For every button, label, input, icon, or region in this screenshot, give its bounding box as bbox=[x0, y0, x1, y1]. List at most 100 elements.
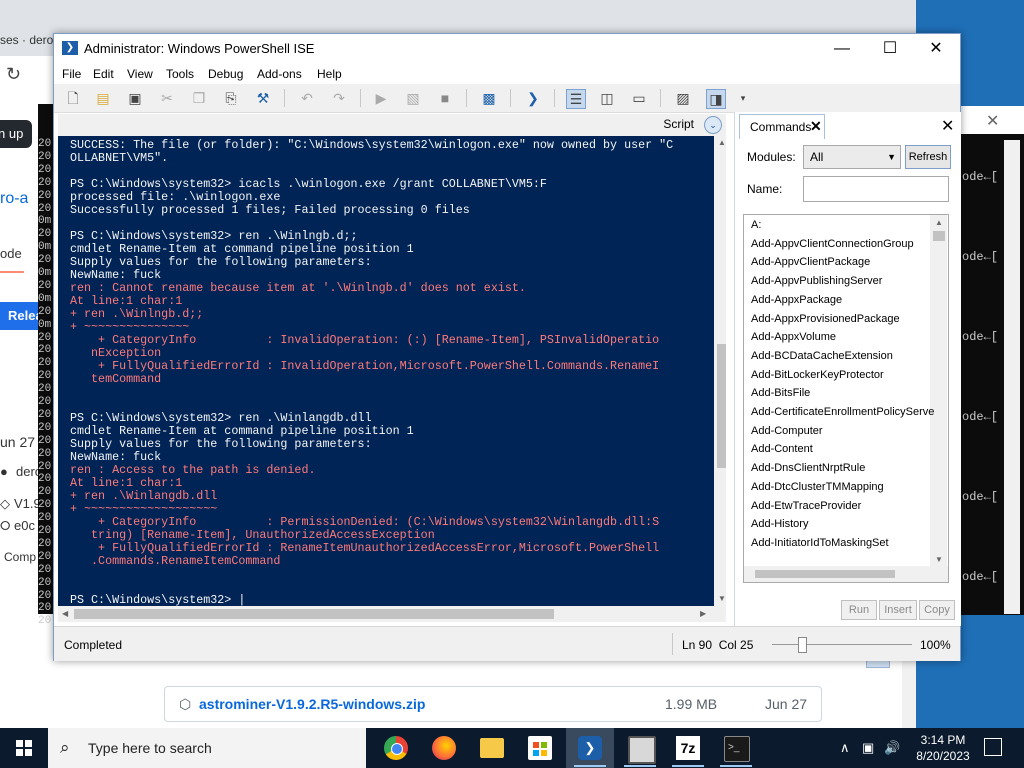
command-list-item[interactable]: Add-BCDataCacheExtension bbox=[751, 350, 893, 362]
sign-up-button[interactable]: n up bbox=[0, 120, 32, 148]
command-list-item[interactable]: Add-AppvClientConnectionGroup bbox=[751, 238, 914, 250]
command-list-item[interactable]: Add-DnsClientNrptRule bbox=[751, 462, 865, 474]
command-list-item[interactable]: Add-AppvClientPackage bbox=[751, 256, 870, 268]
run-script-icon[interactable]: ▶ bbox=[372, 89, 390, 107]
remote-tab-icon[interactable]: ▩ bbox=[480, 89, 498, 107]
scroll-down-icon[interactable]: ▼ bbox=[935, 555, 943, 564]
commit-hash-partial[interactable]: e0c bbox=[14, 518, 35, 533]
menu-view[interactable]: View bbox=[127, 67, 153, 81]
release-asset-name[interactable]: astrominer-V1.9.2.R5-windows.zip bbox=[199, 696, 425, 712]
vm-icon[interactable] bbox=[616, 728, 664, 768]
menu-debug[interactable]: Debug bbox=[208, 67, 243, 81]
clear-console-icon[interactable]: ⚒ bbox=[254, 89, 272, 107]
command-list-item[interactable]: Add-AppvPublishingServer bbox=[751, 275, 882, 287]
store-icon[interactable] bbox=[516, 728, 564, 768]
cut-icon[interactable]: ✂ bbox=[158, 89, 176, 107]
name-input[interactable] bbox=[803, 176, 949, 202]
start-button[interactable] bbox=[0, 728, 48, 768]
chevron-down-icon[interactable]: ⌄ bbox=[704, 116, 722, 134]
command-list-item[interactable]: Add-AppxProvisionedPackage bbox=[751, 313, 900, 325]
command-list-item[interactable]: Add-CertificateEnrollmentPolicyServe bbox=[751, 406, 934, 418]
console-pane[interactable]: SUCCESS: The file (or folder): "C:\Windo… bbox=[58, 136, 726, 606]
command-list-item[interactable]: Add-EtwTraceProvider bbox=[751, 500, 861, 512]
7zip-icon[interactable]: 7z bbox=[664, 728, 712, 768]
save-icon[interactable]: ▣ bbox=[126, 89, 144, 107]
commands-list-scrollbar[interactable] bbox=[930, 215, 947, 567]
release-button[interactable]: Relea bbox=[0, 302, 40, 330]
network-icon[interactable]: ▣ bbox=[862, 740, 874, 756]
show-hidden-icons-icon[interactable]: ∧ bbox=[840, 740, 850, 756]
browser-tab-title[interactable]: ses · dero bbox=[0, 33, 53, 47]
zoom-slider-thumb[interactable] bbox=[798, 637, 807, 653]
show-script-right-icon[interactable]: ◫ bbox=[598, 89, 616, 107]
menu-tools[interactable]: Tools bbox=[166, 67, 194, 81]
run-selection-icon[interactable]: ▧ bbox=[404, 89, 422, 107]
command-list-item[interactable]: Add-BitLockerKeyProtector bbox=[751, 369, 884, 381]
taskbar-search[interactable]: ⌕ Type here to search bbox=[48, 728, 366, 768]
notification-icon[interactable] bbox=[984, 738, 1002, 756]
menu-help[interactable]: Help bbox=[317, 67, 342, 81]
firefox-icon[interactable] bbox=[420, 728, 468, 768]
zoom-slider-track[interactable] bbox=[772, 644, 912, 645]
release-asset-row[interactable]: ⬡ astrominer-V1.9.2.R5-windows.zip 1.99 … bbox=[164, 686, 822, 722]
menu-edit[interactable]: Edit bbox=[93, 67, 114, 81]
maximize-button[interactable]: ☐ bbox=[870, 38, 910, 60]
console-vertical-thumb[interactable] bbox=[717, 344, 726, 468]
commands-horizontal-thumb[interactable] bbox=[755, 570, 895, 578]
scroll-left-icon[interactable]: ◀ bbox=[62, 609, 68, 618]
show-script-top-icon[interactable]: ☰ bbox=[566, 89, 586, 109]
powershell-console-icon[interactable]: ❯ bbox=[524, 89, 542, 107]
insert-button[interactable]: Insert bbox=[879, 600, 917, 620]
volume-icon[interactable]: 🔊 bbox=[884, 740, 900, 756]
repo-title-partial[interactable]: ro-a bbox=[0, 190, 28, 208]
close-icon[interactable]: ✕ bbox=[810, 118, 822, 135]
commands-tab[interactable]: Commands ✕ bbox=[739, 114, 825, 139]
terminal-icon[interactable]: >_ bbox=[712, 728, 760, 768]
reload-icon[interactable]: ↻ bbox=[6, 64, 21, 85]
command-list-item[interactable]: Add-AppxPackage bbox=[751, 294, 842, 306]
menu-file[interactable]: File bbox=[62, 67, 81, 81]
commands-list-thumb[interactable] bbox=[933, 231, 945, 241]
command-list-item[interactable]: Add-InitiatorIdToMaskingSet bbox=[751, 537, 889, 549]
minimize-button[interactable]: — bbox=[822, 38, 862, 60]
command-list-item[interactable]: Add-Computer bbox=[751, 425, 823, 437]
compare-button-partial[interactable]: Comp bbox=[4, 550, 36, 564]
copy-icon[interactable]: ❐ bbox=[190, 89, 208, 107]
refresh-button[interactable]: Refresh bbox=[905, 145, 951, 169]
command-list-item[interactable]: A: bbox=[751, 219, 761, 231]
show-command-addon-icon[interactable]: ◨ bbox=[706, 89, 726, 109]
chrome-icon[interactable] bbox=[372, 728, 420, 768]
script-toggle-label[interactable]: Script bbox=[663, 117, 694, 131]
close-button[interactable]: ✕ bbox=[916, 38, 956, 60]
taskbar-clock[interactable]: 3:14 PM 8/20/2023 bbox=[906, 732, 980, 764]
redo-icon[interactable]: ↷ bbox=[330, 89, 348, 107]
close-pane-icon[interactable]: ✕ bbox=[941, 116, 954, 136]
scroll-up-icon[interactable]: ▲ bbox=[935, 218, 943, 227]
toolbar-overflow-icon[interactable]: ▾ bbox=[734, 89, 752, 107]
command-list-item[interactable]: Add-Content bbox=[751, 443, 813, 455]
scroll-right-icon[interactable]: ▶ bbox=[700, 609, 706, 618]
version-tag-partial[interactable]: V1.9 bbox=[14, 496, 41, 511]
show-script-maximized-icon[interactable]: ▭ bbox=[630, 89, 648, 107]
command-list-item[interactable]: Add-BitsFile bbox=[751, 387, 810, 399]
copy-button[interactable]: Copy bbox=[919, 600, 955, 620]
command-list-item[interactable]: Add-History bbox=[751, 518, 808, 530]
show-command-window-icon[interactable]: ▨ bbox=[674, 89, 692, 107]
command-list-item[interactable]: Add-AppxVolume bbox=[751, 331, 836, 343]
commands-list[interactable]: ▲ ▼ A: Add-AppvClientConnectionGroup Add-A… bbox=[743, 214, 949, 568]
console-horizontal-thumb[interactable] bbox=[74, 609, 554, 619]
open-folder-icon[interactable]: ▤ bbox=[94, 89, 112, 107]
scroll-down-icon[interactable]: ▼ bbox=[718, 594, 726, 603]
scroll-up-icon[interactable]: ▲ bbox=[718, 138, 726, 147]
powershell-ise-icon[interactable]: ❯ bbox=[566, 728, 614, 768]
command-list-item[interactable]: Add-DtcClusterTMMapping bbox=[751, 481, 884, 493]
right-terminal-scrollbar[interactable] bbox=[1004, 140, 1020, 614]
undo-icon[interactable]: ↶ bbox=[298, 89, 316, 107]
stop-icon[interactable]: ■ bbox=[436, 89, 454, 107]
new-file-icon[interactable]: 🗋 bbox=[64, 89, 82, 107]
paste-icon[interactable]: ⎘ bbox=[222, 89, 240, 107]
run-button[interactable]: Run bbox=[841, 600, 877, 620]
modules-select[interactable]: All ▼ bbox=[803, 145, 901, 169]
menu-add-ons[interactable]: Add-ons bbox=[257, 67, 302, 81]
close-icon[interactable]: ✕ bbox=[986, 111, 999, 131]
